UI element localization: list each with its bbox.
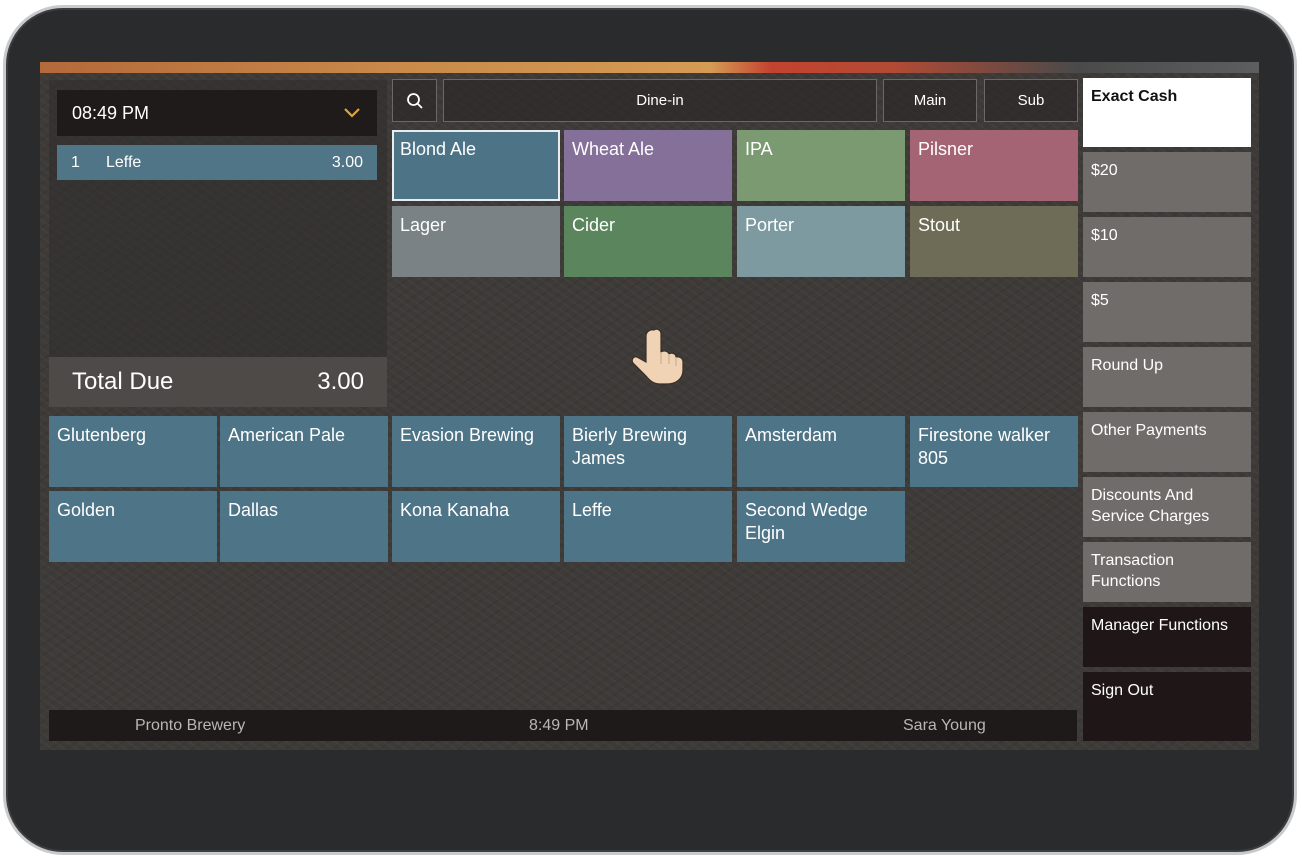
- menu-item-tile[interactable]: American Pale: [220, 416, 388, 487]
- search-icon: [406, 92, 423, 109]
- total-due-bar: Total Due 3.00: [49, 357, 387, 407]
- footer-location: Pronto Brewery: [135, 717, 246, 734]
- main-menu-button[interactable]: Main: [883, 79, 977, 122]
- total-due-value: 3.00: [317, 368, 364, 395]
- category-tile[interactable]: Wheat Ale: [564, 130, 732, 201]
- category-tile[interactable]: Porter: [737, 206, 905, 277]
- payment-button[interactable]: $10: [1083, 217, 1251, 277]
- payment-button[interactable]: Exact Cash: [1083, 78, 1251, 147]
- category-tile[interactable]: Stout: [910, 206, 1078, 277]
- payment-button[interactable]: Round Up: [1083, 347, 1251, 407]
- category-tile[interactable]: Blond Ale: [392, 130, 560, 201]
- total-due-label: Total Due: [72, 368, 174, 395]
- category-tile[interactable]: IPA: [737, 130, 905, 201]
- line-qty: 1: [71, 153, 80, 171]
- payment-button[interactable]: $5: [1083, 282, 1251, 342]
- sub-menu-button[interactable]: Sub: [984, 79, 1078, 122]
- menu-item-tile[interactable]: Golden: [49, 491, 217, 562]
- order-type-button[interactable]: Dine-in: [443, 79, 877, 122]
- check-line-item[interactable]: 1 Leffe 3.00: [57, 145, 377, 180]
- menu-item-tile[interactable]: Kona Kanaha: [392, 491, 560, 562]
- line-price: 3.00: [331, 153, 363, 171]
- menu-item-tile[interactable]: Bierly Brewing James: [564, 416, 732, 487]
- menu-item-tile[interactable]: Amsterdam: [737, 416, 905, 487]
- payment-button[interactable]: Manager Functions: [1083, 607, 1251, 667]
- menu-item-tile[interactable]: Evasion Brewing: [392, 416, 560, 487]
- hand-pointer-icon: [631, 328, 684, 385]
- category-tile[interactable]: Lager: [392, 206, 560, 277]
- search-button[interactable]: [392, 79, 437, 122]
- footer-time: 8:49 PM: [529, 717, 589, 734]
- payment-button[interactable]: Transaction Functions: [1083, 542, 1251, 602]
- payment-button[interactable]: Discounts And Service Charges: [1083, 477, 1251, 537]
- menu-item-tile[interactable]: Second Wedge Elgin: [737, 491, 905, 562]
- category-tile[interactable]: Pilsner: [910, 130, 1078, 201]
- decorative-header-stripe: [40, 62, 1259, 73]
- payment-button[interactable]: Other Payments: [1083, 412, 1251, 472]
- chevron-down-icon: [344, 108, 360, 118]
- menu-item-tile[interactable]: Leffe: [564, 491, 732, 562]
- line-name: Leffe: [106, 153, 142, 171]
- category-tile[interactable]: Cider: [564, 206, 732, 277]
- check-time-dropdown[interactable]: 08:49 PM: [57, 90, 377, 136]
- payment-button[interactable]: Sign Out: [1083, 672, 1251, 741]
- menu-item-tile[interactable]: Glutenberg: [49, 416, 217, 487]
- payment-button[interactable]: $20: [1083, 152, 1251, 212]
- check-time: 08:49 PM: [72, 102, 150, 123]
- menu-item-tile[interactable]: Firestone walker 805: [910, 416, 1078, 487]
- status-footer: Pronto Brewery 8:49 PM Sara Young: [49, 710, 1077, 741]
- menu-item-tile[interactable]: Dallas: [220, 491, 388, 562]
- footer-employee: Sara Young: [903, 717, 986, 734]
